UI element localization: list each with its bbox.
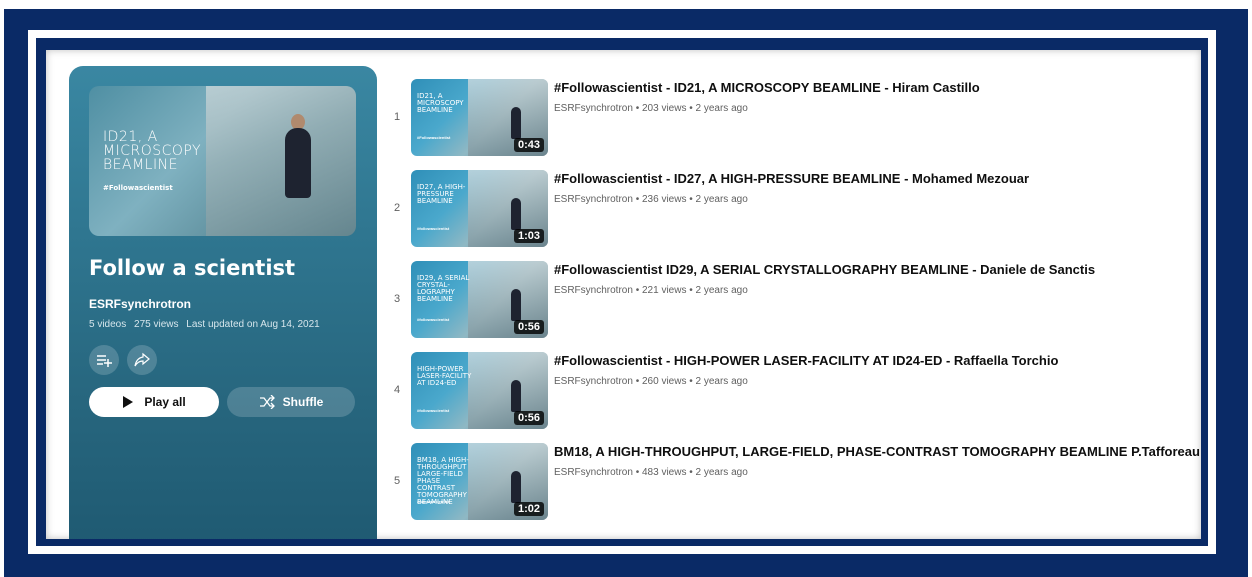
video-count: 5 videos bbox=[89, 319, 127, 330]
view-count: 275 views bbox=[134, 319, 179, 330]
thumbnail-hashtag: #followascientist bbox=[417, 408, 450, 413]
thumbnail-person bbox=[511, 107, 521, 139]
video-thumbnail[interactable]: HIGH-POWER LASER-FACILITY AT ID24-ED #fo… bbox=[411, 352, 548, 429]
channel-name[interactable]: ESRFsynchrotron bbox=[554, 194, 633, 205]
duration-badge: 0:43 bbox=[513, 138, 544, 152]
thumbnail-person bbox=[511, 380, 521, 412]
shuffle-button[interactable]: Shuffle bbox=[227, 387, 355, 417]
thumbnail-hashtag: #followascientist bbox=[417, 226, 450, 231]
video-meta: ESRFsynchrotron • 236 views • 2 years ag… bbox=[554, 194, 748, 205]
thumbnail-overlay-text: ID29, A SERIAL CRYSTAL-LOGRAPHY BEAMLINE bbox=[417, 274, 470, 303]
video-index: 3 bbox=[393, 293, 401, 305]
play-icon bbox=[123, 396, 134, 408]
thumbnail-person bbox=[511, 198, 521, 230]
list-item[interactable]: 4 HIGH-POWER LASER-FACILITY AT ID24-ED #… bbox=[387, 350, 1197, 441]
duration-badge: 1:03 bbox=[513, 229, 544, 243]
upload-age: 2 years ago bbox=[695, 376, 748, 387]
share-icon bbox=[134, 352, 150, 367]
list-item[interactable]: 5 BM18, A HIGH-THROUGHPUT LARGE-FIELD PH… bbox=[387, 441, 1200, 532]
shuffle-label: Shuffle bbox=[282, 395, 324, 409]
upload-age: 2 years ago bbox=[695, 467, 748, 478]
list-item[interactable]: 2 ID27, A HIGH-PRESSURE BEAMLINE #follow… bbox=[387, 168, 1197, 259]
thumbnail-hashtag: #Followascientist bbox=[103, 184, 173, 192]
play-all-button[interactable]: Play all bbox=[89, 387, 219, 417]
thumbnail-person bbox=[511, 289, 521, 321]
channel-name[interactable]: ESRFsynchrotron bbox=[554, 285, 633, 296]
duration-badge: 0:56 bbox=[513, 320, 544, 334]
thumbnail-person bbox=[511, 471, 521, 503]
share-button[interactable] bbox=[127, 345, 157, 375]
channel-name[interactable]: ESRFsynchrotron bbox=[554, 103, 633, 114]
playlist-owner[interactable]: ESRFsynchrotron bbox=[89, 297, 191, 311]
view-count: 221 views bbox=[641, 285, 687, 296]
upload-age: 2 years ago bbox=[695, 103, 748, 114]
video-title[interactable]: #Followascientist ID29, A SERIAL CRYSTAL… bbox=[554, 262, 1095, 277]
view-count: 260 views bbox=[641, 376, 687, 387]
channel-name[interactable]: ESRFsynchrotron bbox=[554, 376, 633, 387]
add-to-queue-button[interactable] bbox=[89, 345, 119, 375]
thumbnail-overlay-text: ID21, A MICROSCOPY BEAMLINE bbox=[103, 129, 202, 173]
video-index: 5 bbox=[393, 475, 401, 487]
video-list: 1 ID21, A MICROSCOPY BEAMLINE #Followasc… bbox=[387, 77, 1200, 532]
video-index: 4 bbox=[393, 384, 401, 396]
thumbnail-overlay-text: ID27, A HIGH-PRESSURE BEAMLINE bbox=[417, 183, 466, 205]
thumbnail-person bbox=[285, 128, 311, 198]
view-count: 203 views bbox=[641, 103, 687, 114]
playlist-header-panel: ID21, A MICROSCOPY BEAMLINE #Followascie… bbox=[69, 66, 377, 539]
video-index: 1 bbox=[393, 111, 401, 123]
list-item[interactable]: 3 ID29, A SERIAL CRYSTAL-LOGRAPHY BEAMLI… bbox=[387, 259, 1197, 350]
thumbnail-overlay-text: ID21, A MICROSCOPY BEAMLINE bbox=[417, 92, 464, 114]
add-to-queue-icon bbox=[97, 355, 112, 367]
view-count: 483 views bbox=[641, 467, 687, 478]
upload-age: 2 years ago bbox=[695, 285, 748, 296]
playlist-thumbnail[interactable]: ID21, A MICROSCOPY BEAMLINE #Followascie… bbox=[89, 86, 356, 236]
thumbnail-hashtag: #followascientist bbox=[417, 499, 450, 504]
playlist-title: Follow a scientist bbox=[89, 256, 296, 280]
list-item[interactable]: 1 ID21, A MICROSCOPY BEAMLINE #Followasc… bbox=[387, 77, 1197, 168]
duration-badge: 0:56 bbox=[513, 411, 544, 425]
video-meta: ESRFsynchrotron • 203 views • 2 years ag… bbox=[554, 103, 748, 114]
video-index: 2 bbox=[393, 202, 401, 214]
playlist-stats: 5 videos 275 views Last updated on Aug 1… bbox=[89, 319, 325, 330]
video-title[interactable]: BM18, A HIGH-THROUGHPUT, LARGE-FIELD, PH… bbox=[554, 444, 1200, 459]
video-thumbnail[interactable]: ID21, A MICROSCOPY BEAMLINE #Followascie… bbox=[411, 79, 548, 156]
thumbnail-hashtag: #Followascientist bbox=[417, 135, 451, 140]
last-updated: Last updated on Aug 14, 2021 bbox=[186, 319, 320, 330]
play-all-label: Play all bbox=[144, 395, 186, 409]
thumbnail-hashtag: #followascientist bbox=[417, 317, 450, 322]
video-title[interactable]: #Followascientist - ID27, A HIGH-PRESSUR… bbox=[554, 171, 1029, 186]
shuffle-icon bbox=[259, 395, 275, 409]
video-thumbnail[interactable]: ID29, A SERIAL CRYSTAL-LOGRAPHY BEAMLINE… bbox=[411, 261, 548, 338]
video-meta: ESRFsynchrotron • 483 views • 2 years ag… bbox=[554, 467, 748, 478]
view-count: 236 views bbox=[641, 194, 687, 205]
video-title[interactable]: #Followascientist - HIGH-POWER LASER-FAC… bbox=[554, 353, 1058, 368]
channel-name[interactable]: ESRFsynchrotron bbox=[554, 467, 633, 478]
thumbnail-overlay-text: HIGH-POWER LASER-FACILITY AT ID24-ED bbox=[417, 365, 472, 387]
duration-badge: 1:02 bbox=[513, 502, 544, 516]
video-meta: ESRFsynchrotron • 221 views • 2 years ag… bbox=[554, 285, 748, 296]
video-thumbnail[interactable]: BM18, A HIGH-THROUGHPUT LARGE-FIELD PHAS… bbox=[411, 443, 548, 520]
playlist-page: ID21, A MICROSCOPY BEAMLINE #Followascie… bbox=[46, 50, 1201, 539]
upload-age: 2 years ago bbox=[695, 194, 748, 205]
video-title[interactable]: #Followascientist - ID21, A MICROSCOPY B… bbox=[554, 80, 980, 95]
video-thumbnail[interactable]: ID27, A HIGH-PRESSURE BEAMLINE #followas… bbox=[411, 170, 548, 247]
video-meta: ESRFsynchrotron • 260 views • 2 years ag… bbox=[554, 376, 748, 387]
